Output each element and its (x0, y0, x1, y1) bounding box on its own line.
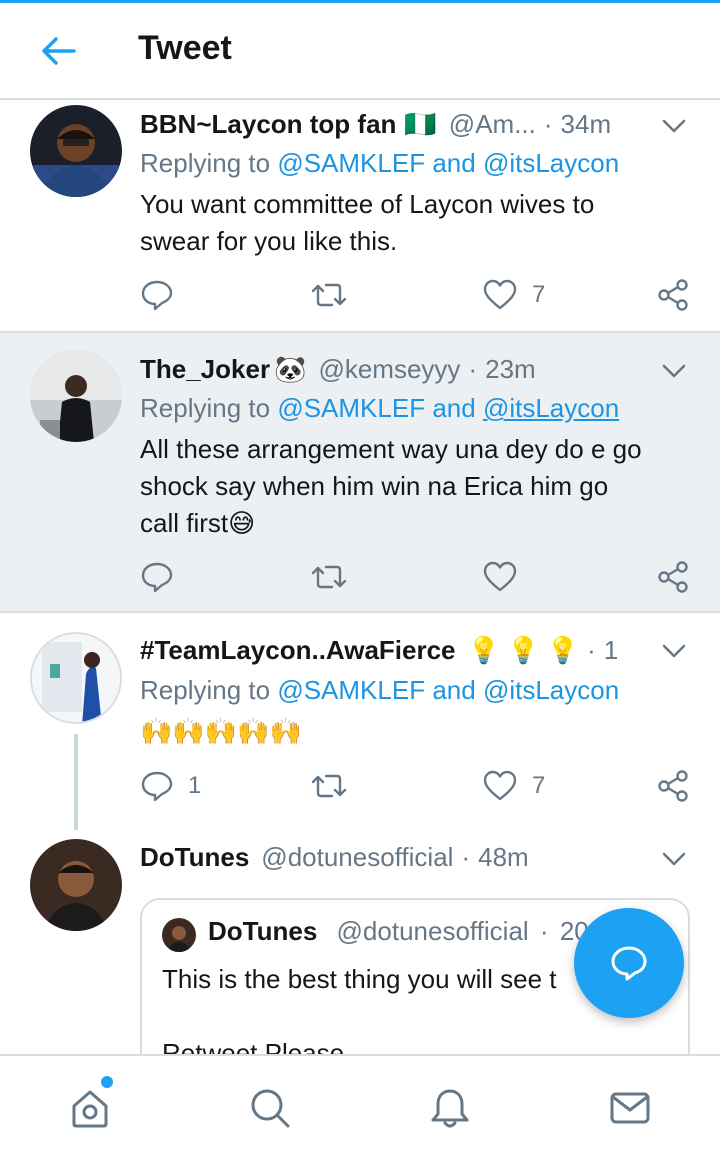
timestamp[interactable]: 23m (485, 354, 536, 385)
reply-button[interactable]: 1 (140, 766, 201, 806)
share-button[interactable] (656, 557, 690, 597)
reply-button[interactable] (140, 275, 188, 315)
bottom-navigation (0, 1054, 720, 1156)
tweet-header: BBN~Laycon top fan 🇳🇬 @Am... · 34m (140, 104, 620, 144)
separator-dot: · (468, 353, 478, 384)
avatar[interactable] (30, 632, 122, 724)
compose-reply-icon (611, 946, 647, 981)
display-name[interactable]: #TeamLaycon..AwaFierce (140, 635, 456, 666)
display-name[interactable]: DoTunes (140, 842, 249, 873)
tweet-actions: 1 7 (140, 766, 700, 806)
retweet-icon (311, 565, 347, 589)
mention-samklef[interactable]: @SAMKLEF (277, 393, 425, 423)
chevron-down-icon[interactable] (658, 843, 690, 875)
share-button[interactable] (656, 766, 690, 806)
thread-connector (74, 734, 78, 830)
replying-to: Replying to @SAMKLEF and @itsLaycon (140, 393, 620, 423)
mention-itslaycon[interactable]: @itsLaycon (483, 675, 619, 705)
mention-samklef[interactable]: @SAMKLEF (277, 675, 425, 705)
avatar[interactable] (30, 350, 122, 442)
user-handle: @dotunesofficial (336, 916, 529, 946)
timestamp[interactable]: 1h (604, 635, 620, 666)
share-icon (658, 561, 688, 593)
heart-icon (483, 279, 517, 310)
reply-icon (141, 562, 173, 593)
retweet-icon (311, 774, 347, 798)
page-title: Tweet (138, 29, 232, 67)
reply-button[interactable] (140, 557, 188, 597)
tweet-text: 🙌🙌🙌🙌🙌 (140, 716, 302, 746)
notifications-icon (431, 1089, 469, 1128)
notification-dot (101, 1076, 113, 1088)
reply-icon (141, 280, 173, 311)
separator-dot: · (539, 916, 549, 946)
like-count: 7 (532, 281, 546, 308)
timestamp[interactable]: 34m (561, 109, 612, 140)
tweet[interactable]: #TeamLaycon..AwaFierce 💡 💡 💡 · 1h Replyi… (0, 613, 720, 833)
timestamp[interactable]: 48m (478, 842, 529, 873)
display-name: DoTunes (208, 916, 318, 946)
tweet-actions (140, 557, 700, 597)
tweet[interactable]: BBN~Laycon top fan 🇳🇬 @Am... · 34m Reply… (0, 100, 720, 331)
avatar (162, 918, 196, 952)
mention-itslaycon[interactable]: @itsLaycon (483, 148, 619, 178)
tweet-header: #TeamLaycon..AwaFierce 💡 💡 💡 · 1h (140, 630, 620, 670)
separator-dot: · (587, 634, 596, 665)
share-icon (658, 279, 688, 311)
chevron-down-icon[interactable] (658, 110, 690, 142)
avatar[interactable] (30, 839, 122, 931)
heart-icon (483, 770, 517, 801)
like-count: 7 (532, 772, 546, 799)
retweet-button[interactable] (310, 557, 362, 597)
replying-to: Replying to @SAMKLEF and @itsLaycon (140, 675, 620, 705)
display-name[interactable]: BBN~Laycon top fan (140, 109, 396, 140)
tweet-text: All these arrangement way una dey do e g… (140, 434, 642, 538)
retweet-icon (311, 283, 347, 307)
retweet-button[interactable] (310, 766, 362, 806)
separator-dot: · (543, 108, 553, 139)
reply-count: 1 (188, 772, 202, 799)
reply-icon (141, 771, 173, 802)
user-handle[interactable]: @dotunesofficial (261, 842, 453, 873)
header: Tweet (0, 3, 720, 100)
user-handle[interactable]: @kemseyyy (318, 354, 460, 385)
back-button[interactable] (36, 29, 80, 73)
tweet[interactable]: The_Joker 🐼 @kemseyyy · 23m Replying to … (0, 333, 720, 611)
retweet-button[interactable] (310, 275, 362, 315)
like-button[interactable]: 7 (482, 766, 545, 806)
tweet-actions: 7 (140, 275, 700, 315)
nav-search[interactable] (246, 1084, 294, 1132)
home-icon (72, 1090, 108, 1128)
separator-dot: · (461, 841, 471, 872)
mention-itslaycon[interactable]: @itsLaycon (483, 393, 619, 423)
user-handle[interactable]: @Am... (449, 109, 536, 140)
arrow-left-icon (42, 37, 76, 65)
heart-icon (483, 561, 517, 592)
avatar[interactable] (30, 105, 122, 197)
chevron-down-icon[interactable] (658, 355, 690, 387)
quoted-tweet-header: DoTunes @dotunesofficial · 20 (208, 916, 589, 947)
flag-emoji: 🇳🇬 (404, 108, 437, 139)
chevron-down-icon[interactable] (658, 635, 690, 667)
search-icon (251, 1089, 290, 1128)
quoted-tweet-text: This is the best thing you will see t (162, 964, 557, 994)
tweet-header: The_Joker 🐼 @kemseyyy · 23m (140, 349, 620, 389)
nav-notifications[interactable] (426, 1084, 474, 1132)
panda-emoji: 🐼 (274, 353, 307, 384)
bulb-emojis: 💡 💡 💡 (467, 634, 580, 665)
tweet-header: DoTunes @dotunesofficial · 48m (140, 837, 620, 877)
nav-messages[interactable] (606, 1084, 654, 1132)
share-button[interactable] (656, 275, 690, 315)
like-button[interactable] (482, 557, 532, 597)
compose-reply-button[interactable] (574, 908, 684, 1018)
replying-to: Replying to @SAMKLEF and @itsLaycon (140, 148, 620, 178)
nav-home[interactable] (66, 1084, 114, 1132)
messages-icon (610, 1092, 650, 1124)
display-name[interactable]: The_Joker (140, 354, 270, 385)
share-icon (658, 770, 688, 802)
tweet-text: You want committee of Laycon wives to sw… (140, 189, 595, 256)
mention-samklef[interactable]: @SAMKLEF (277, 148, 425, 178)
like-button[interactable]: 7 (482, 275, 545, 315)
